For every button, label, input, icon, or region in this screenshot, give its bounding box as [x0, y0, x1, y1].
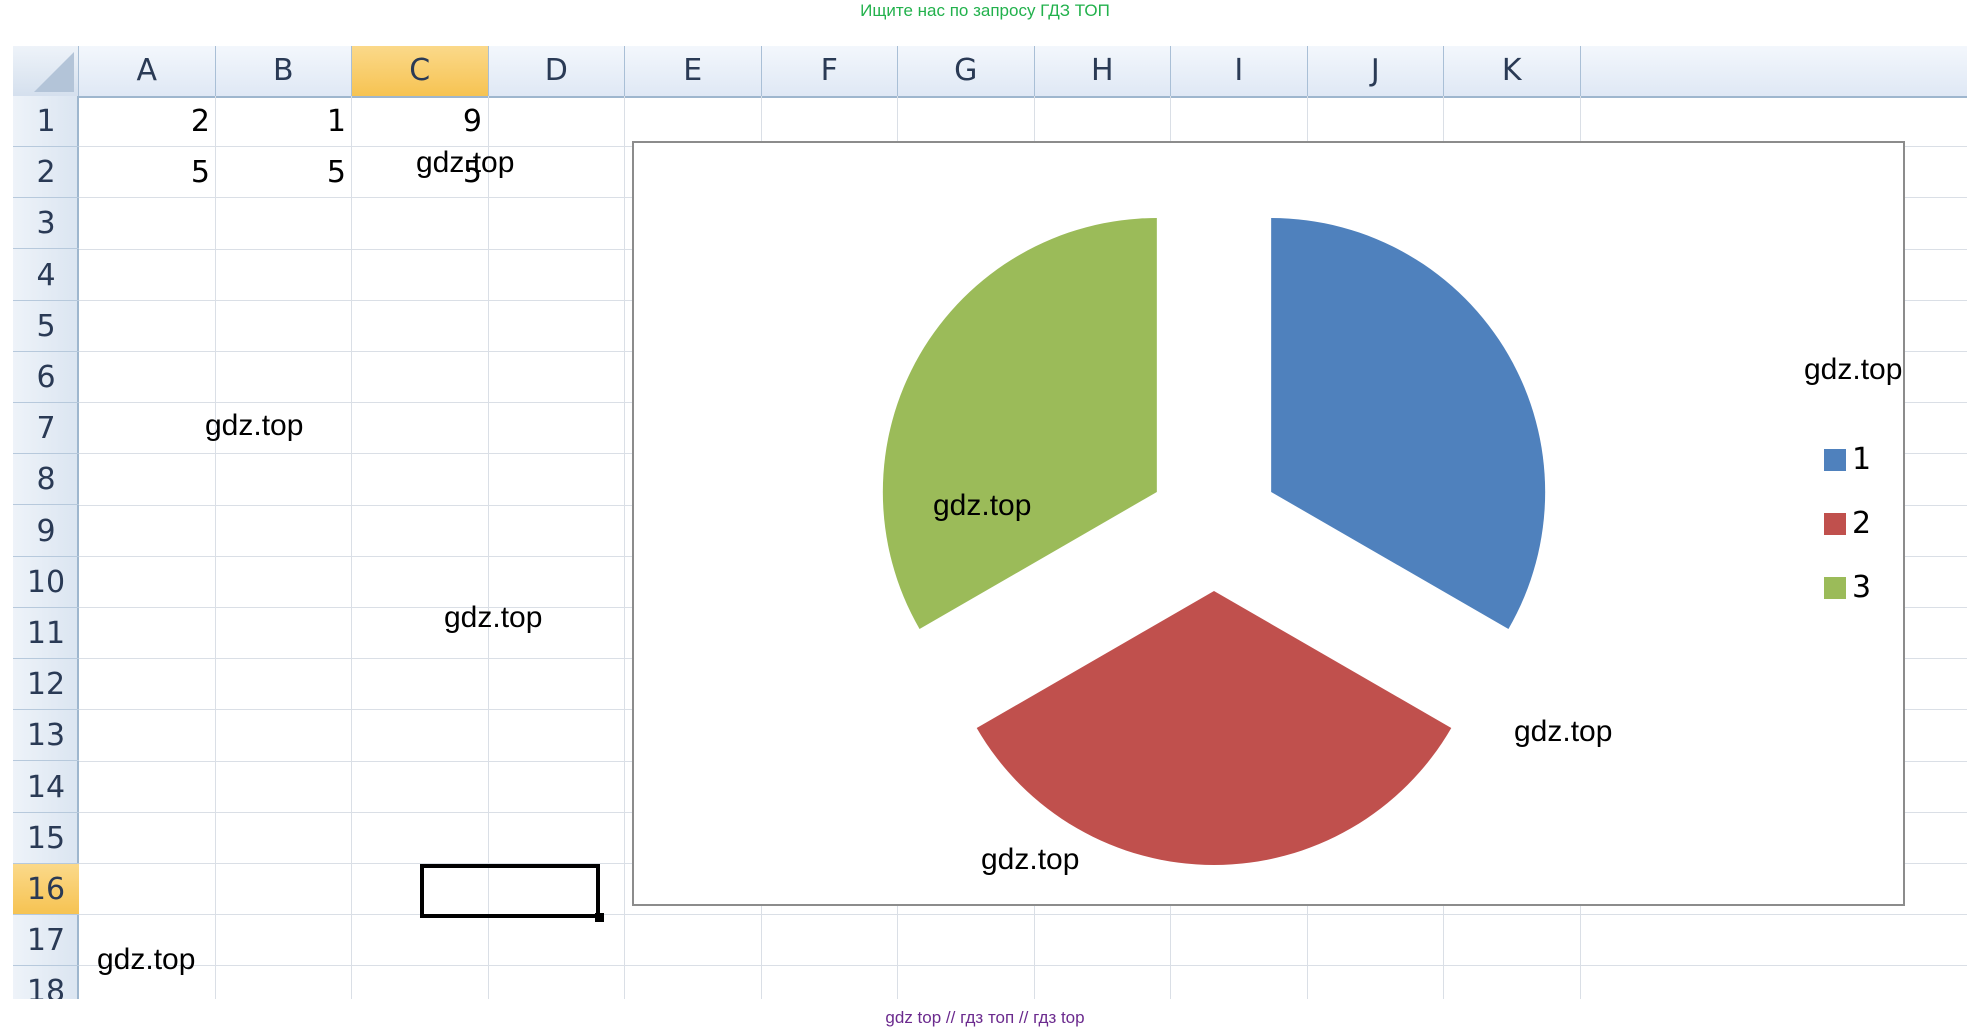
bottom-banner: gdz top // гдз топ // гдз top	[885, 1008, 1085, 1027]
watermark: gdz.top	[1804, 353, 1903, 386]
column-header-A[interactable]: A	[79, 46, 216, 96]
watermark: gdz.top	[981, 843, 1080, 876]
column-header-E[interactable]: E	[625, 46, 762, 96]
watermark: gdz.top	[933, 489, 1032, 522]
legend-swatch-1	[1824, 449, 1846, 471]
row-header-2[interactable]: 2	[13, 147, 79, 199]
top-banner: Ищите нас по запросу ГДЗ ТОП	[860, 1, 1110, 20]
column-header-D[interactable]: D	[489, 46, 625, 96]
legend-label-1: 1	[1852, 442, 1872, 477]
row-header-4[interactable]: 4	[13, 250, 79, 301]
legend-label-2: 2	[1852, 506, 1872, 541]
row-header-3[interactable]: 3	[13, 198, 79, 250]
grid-line	[79, 965, 1967, 967]
watermark: gdz.top	[205, 409, 304, 442]
row-header-17[interactable]: 17	[13, 915, 79, 967]
legend-swatch-2	[1824, 513, 1846, 535]
select-all-icon	[34, 52, 74, 92]
row-header-10[interactable]: 10	[13, 557, 79, 608]
row-header-9[interactable]: 9	[13, 506, 79, 557]
row-header-6[interactable]: 6	[13, 352, 79, 403]
pie-slice-1[interactable]	[1271, 218, 1546, 629]
cell-B1[interactable]: 1	[216, 96, 352, 147]
grid-line	[79, 914, 1967, 916]
fill-handle[interactable]	[595, 913, 604, 922]
legend-swatch-3	[1824, 577, 1846, 599]
row-header-18[interactable]: 18	[13, 966, 79, 999]
column-header-H[interactable]: H	[1035, 46, 1171, 96]
row-header-12[interactable]: 12	[13, 659, 79, 711]
column-header-B[interactable]: B	[216, 46, 352, 96]
select-all-button[interactable]	[13, 46, 79, 96]
pie-chart-plot	[882, 218, 1546, 865]
pie-slice-3[interactable]	[882, 218, 1157, 629]
cell-A1[interactable]: 2	[79, 96, 216, 147]
row-header-8[interactable]: 8	[13, 454, 79, 506]
watermark: gdz.top	[1514, 715, 1613, 748]
watermark: gdz.top	[444, 601, 543, 634]
row-header-7[interactable]: 7	[13, 403, 79, 455]
row-header-14[interactable]: 14	[13, 762, 79, 813]
row-header-16[interactable]: 16	[13, 864, 79, 915]
column-header-C[interactable]: C	[352, 46, 489, 96]
row-header-13[interactable]: 13	[13, 710, 79, 762]
row-header-1[interactable]: 1	[13, 96, 79, 147]
cell-C1[interactable]: 9	[352, 96, 488, 147]
row-header-5[interactable]: 5	[13, 301, 79, 352]
legend-label-3: 3	[1852, 570, 1872, 605]
column-header-G[interactable]: G	[898, 46, 1035, 96]
pie-chart[interactable]: 1 2 3	[632, 141, 1905, 906]
cell-A2[interactable]: 5	[79, 147, 216, 198]
cell-B2[interactable]: 5	[216, 147, 352, 198]
column-header-K[interactable]: K	[1444, 46, 1581, 96]
watermark: gdz.top	[97, 943, 196, 976]
column-header-F[interactable]: F	[762, 46, 898, 96]
column-header-J[interactable]: J	[1308, 46, 1444, 96]
column-header-I[interactable]: I	[1171, 46, 1308, 96]
watermark: gdz.top	[416, 146, 515, 179]
active-cell-C16[interactable]	[420, 864, 600, 918]
row-header-11[interactable]: 11	[13, 608, 79, 659]
pie-slice-2[interactable]	[976, 591, 1452, 865]
row-header-15[interactable]: 15	[13, 813, 79, 864]
